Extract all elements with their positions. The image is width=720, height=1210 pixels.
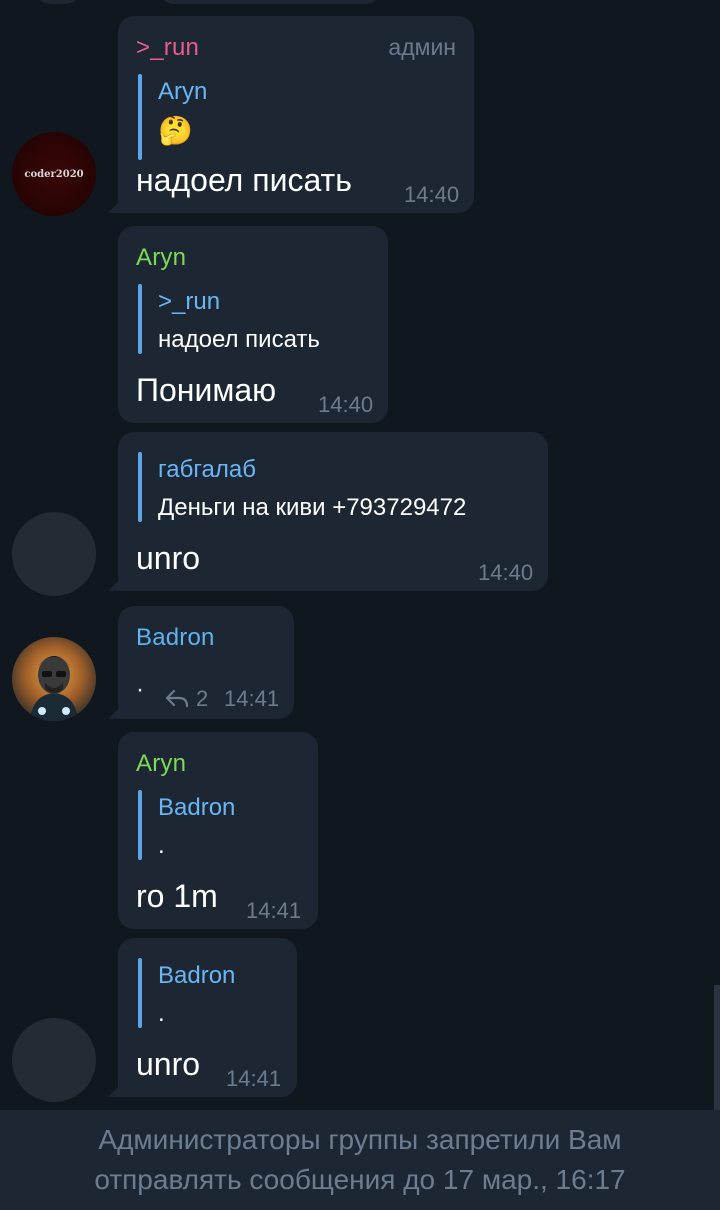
- quote-bar: [138, 284, 142, 354]
- message-text: unro: [136, 1046, 201, 1082]
- bubble-tail: [108, 705, 122, 719]
- quote-text[interactable]: .: [158, 1000, 165, 1028]
- sender-name[interactable]: Badron: [136, 624, 215, 652]
- reply-arrow-icon[interactable]: [164, 688, 190, 713]
- message-bubble-partial[interactable]: [160, 0, 380, 4]
- sender-name[interactable]: Aryn: [136, 244, 186, 272]
- scrollbar-thumb[interactable]: [714, 985, 720, 1110]
- quote-author[interactable]: Badron: [158, 962, 235, 990]
- avatar-label: coder2020: [24, 168, 84, 180]
- message-time: 14:41: [224, 686, 280, 711]
- avatar-hidden[interactable]: [12, 512, 96, 596]
- sender-name[interactable]: >_run: [136, 34, 199, 62]
- quote-author[interactable]: габгалаб: [158, 456, 256, 484]
- message-bubble[interactable]: Badron · 2 14:41: [108, 606, 294, 719]
- restriction-line-1: Администраторы группы запретили Вам: [98, 1124, 622, 1155]
- message-time: 14:40: [478, 560, 534, 585]
- restriction-banner: Администраторы группы запретили Вам отпр…: [0, 1110, 720, 1210]
- bubble-tail: [108, 199, 122, 213]
- restriction-line-2: отправлять сообщения до 17 мар., 16:17: [94, 1164, 626, 1195]
- message-text: ·: [136, 676, 144, 703]
- quote-bar: [138, 74, 142, 160]
- avatar-hidden[interactable]: [12, 1018, 96, 1102]
- restriction-text: Администраторы группы запретили Вам отпр…: [60, 1120, 660, 1200]
- reply-count[interactable]: 2: [196, 686, 208, 712]
- quote-bar: [138, 452, 142, 522]
- quote-author[interactable]: Badron: [158, 794, 235, 822]
- quote-author[interactable]: Aryn: [158, 78, 207, 106]
- avatar-coder2020[interactable]: coder2020: [12, 132, 96, 216]
- quote-text[interactable]: Деньги на киви +793729472: [158, 494, 466, 522]
- avatar-portrait-icon: [12, 637, 96, 721]
- message-text: надоел писать: [136, 162, 352, 198]
- quote-bar: [138, 958, 142, 1028]
- message-bubble[interactable]: Aryn >_run надоел писать Понимаю 14:40: [118, 226, 388, 423]
- message-bubble[interactable]: >_run админ Aryn 🤔 надоел писать 14:40: [108, 16, 474, 213]
- quote-text[interactable]: надоел писать: [158, 326, 320, 354]
- chat-history[interactable]: coder2020 >_run админ Aryn 🤔 надоел писа…: [0, 0, 720, 1110]
- message-time: 14:40: [404, 182, 460, 207]
- bubble-tail: [108, 1083, 122, 1097]
- quote-author[interactable]: >_run: [158, 288, 220, 316]
- quote-text[interactable]: 🤔: [158, 114, 193, 147]
- sender-name[interactable]: Aryn: [136, 750, 186, 778]
- message-bubble[interactable]: Badron . unro 14:41: [108, 938, 297, 1097]
- avatar-partial[interactable]: [30, 0, 86, 4]
- admin-badge: админ: [388, 34, 456, 60]
- quote-bar: [138, 790, 142, 860]
- message-text: ro 1m: [136, 878, 218, 914]
- message-time: 14:40: [318, 392, 374, 417]
- bubble-tail: [108, 577, 122, 591]
- message-bubble[interactable]: габгалаб Деньги на киви +793729472 unro …: [108, 432, 548, 591]
- message-time: 14:41: [226, 1066, 282, 1091]
- message-text: unro: [136, 540, 201, 576]
- quote-text[interactable]: .: [158, 832, 165, 860]
- avatar-badron[interactable]: [12, 637, 96, 721]
- message-text: Понимаю: [136, 372, 277, 408]
- message-bubble[interactable]: Aryn Badron . ro 1m 14:41: [118, 732, 318, 929]
- message-time: 14:41: [246, 898, 302, 923]
